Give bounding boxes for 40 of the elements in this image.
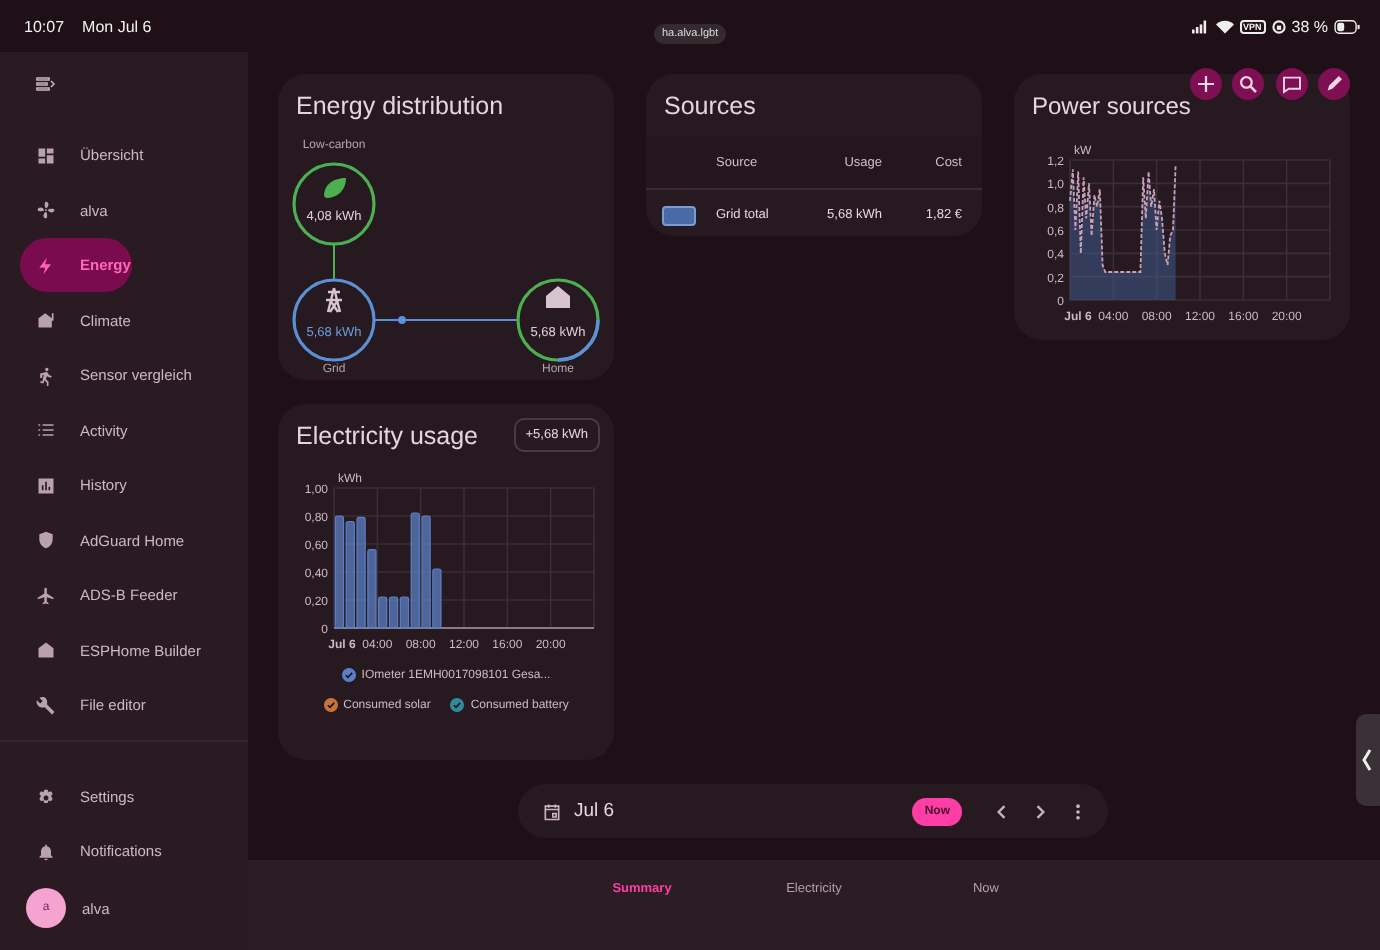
battery-percent: 38 % [1291, 17, 1328, 35]
house-icon [36, 310, 56, 330]
transmission-tower-icon [324, 286, 344, 314]
side-handle[interactable] [1356, 714, 1380, 806]
color-swatch [662, 205, 696, 225]
list-icon [36, 420, 56, 440]
leaf-icon [324, 178, 346, 198]
card-title: Electricity usage [294, 420, 481, 450]
walking-person-icon [36, 365, 56, 385]
bell-icon [36, 841, 56, 861]
date-label: Jul 6 [574, 800, 615, 822]
edit-button[interactable] [1318, 68, 1350, 100]
card-title: Power sources [1030, 90, 1191, 120]
dashboard-icon [36, 145, 56, 165]
chat-button[interactable] [1275, 68, 1307, 100]
house-icon [36, 640, 56, 660]
status-date: Mon Jul 6 [82, 17, 152, 35]
wifi-icon [1215, 19, 1233, 33]
house-icon [546, 286, 570, 308]
battery-icon [1334, 19, 1360, 33]
menu-icon[interactable] [34, 72, 58, 96]
source-node[interactable] [292, 162, 376, 246]
airplane-icon [36, 585, 56, 605]
status-time: 10:07 [24, 17, 65, 35]
lightning-icon [36, 255, 56, 275]
bar-chart-icon [36, 475, 56, 495]
grid-node[interactable] [292, 278, 376, 362]
signal-icon [1191, 19, 1209, 33]
rotation-lock-icon [1271, 19, 1286, 33]
card-title: Energy distribution [294, 90, 506, 120]
card-title: Sources [662, 90, 758, 120]
add-button[interactable] [1189, 68, 1221, 100]
wrench-icon [36, 695, 56, 715]
calendar-icon[interactable] [542, 801, 562, 821]
flow-line [333, 243, 335, 281]
settings-icon [36, 787, 56, 807]
power-area [1069, 164, 1177, 300]
search-button[interactable] [1232, 68, 1264, 100]
shield-icon [36, 530, 56, 550]
fan-icon [36, 200, 56, 220]
